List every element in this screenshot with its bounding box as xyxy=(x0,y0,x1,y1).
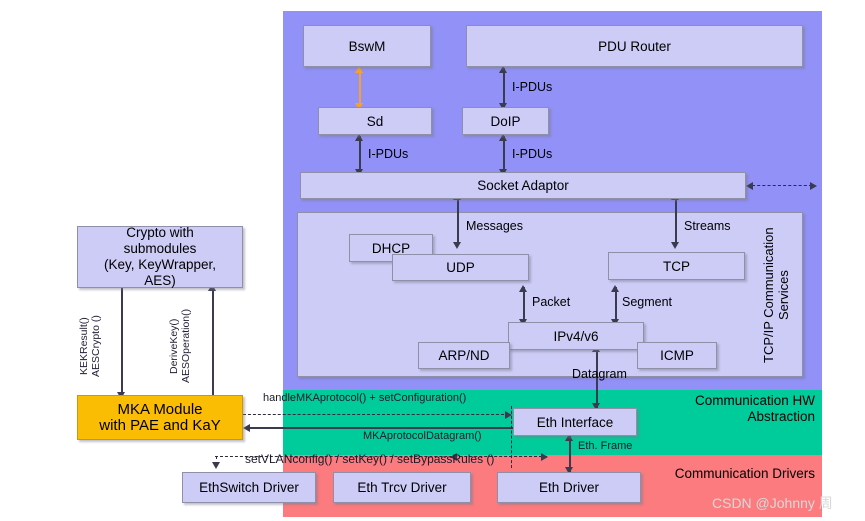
module-label-doip: DoIP xyxy=(490,113,521,129)
module-box-pdu-router[interactable]: PDU Router xyxy=(466,25,803,67)
edge-label-datagram: Datagram xyxy=(572,367,627,381)
connector-crypto-mka-down xyxy=(121,288,123,395)
module-box-udp[interactable]: UDP xyxy=(392,254,529,281)
arrowhead-tcp-ip-up xyxy=(611,285,619,292)
arrowhead-ethif-mka-left xyxy=(243,424,250,432)
module-label-pdu-router: PDU Router xyxy=(598,38,671,54)
edge-label-messages: Messages xyxy=(466,219,523,233)
module-box-ipv4-v6[interactable]: IPv4/v6 xyxy=(508,322,644,350)
module-label-ipv4-v6: IPv4/v6 xyxy=(553,328,599,344)
connector-pdurouter-doip xyxy=(503,68,505,108)
connector-ethif-mka-datagram xyxy=(248,427,513,429)
module-label-bswm: BswM xyxy=(348,38,386,54)
module-box-bswm[interactable]: BswM xyxy=(303,25,431,67)
module-label-tcp: TCP xyxy=(663,258,690,274)
module-box-socket-adaptor[interactable]: Socket Adaptor xyxy=(300,172,746,199)
arrowhead-doip-soad-up xyxy=(499,134,507,141)
arrowhead-soad-udp-down xyxy=(453,242,461,249)
connector-mka-crypto-up xyxy=(212,288,214,395)
connector-socketadaptor-external xyxy=(752,185,812,186)
edge-label-kekresult-aescrypto: KEKResult() AESCrypto () xyxy=(78,315,102,377)
module-box-crypto[interactable]: Crypto with submodules (Key, KeyWrapper,… xyxy=(77,225,243,288)
arrowhead-driverbus-ethswitch-down xyxy=(212,462,220,469)
edge-label-packet: Packet xyxy=(532,295,571,309)
edge-label-mka-protocol-datagram: MKAprotocolDatagram() xyxy=(363,430,482,442)
edge-label-handle-mka-protocol: handleMKAprotocol() + setConfiguration() xyxy=(263,392,467,404)
arrowhead-pdurouter-doip-up xyxy=(499,66,507,73)
arrowhead-soad-tcp-down xyxy=(671,242,679,249)
module-box-tcp[interactable]: TCP xyxy=(608,252,745,280)
arrowhead-soad-external-right xyxy=(810,182,817,190)
module-label-socket-adaptor: Socket Adaptor xyxy=(477,178,569,193)
edge-label-set-vlan-key-bypass: setVLANconfig() / setKey() / setBypassRu… xyxy=(245,452,495,466)
edge-label-ipdus-sd-soad: I-PDUs xyxy=(368,147,409,161)
module-label-udp: UDP xyxy=(446,260,475,275)
connector-soad-udp xyxy=(457,197,459,245)
module-label-arp-nd: ARP/ND xyxy=(438,348,490,363)
module-box-mka[interactable]: MKA Module with PAE and KaY xyxy=(77,395,243,440)
module-box-ethswitch-driver[interactable]: EthSwitch Driver xyxy=(182,472,316,503)
arrowhead-driverbus-ethdriver-right xyxy=(541,453,548,461)
connector-bswm-sd xyxy=(359,68,361,108)
edge-label-ipdus-pdurouter-doip: I-PDUs xyxy=(512,80,553,94)
module-label-eth-interface: Eth Interface xyxy=(536,414,614,430)
band-hw-abstraction-label: Communication HW Abstraction xyxy=(694,393,815,424)
edge-label-ipdus-doip-soad: I-PDUs xyxy=(512,147,553,161)
tcpip-services-label: TCP/IP Communication Services xyxy=(761,227,791,363)
edge-label-segment: Segment xyxy=(622,295,673,309)
connector-soad-tcp xyxy=(675,197,677,245)
edge-label-eth-frame: Eth. Frame xyxy=(578,440,633,452)
module-label-eth-driver: Eth Driver xyxy=(538,480,599,495)
module-label-icmp: ICMP xyxy=(660,348,694,363)
module-box-sd[interactable]: Sd xyxy=(318,107,432,135)
module-label-sd: Sd xyxy=(366,113,384,129)
arrowhead-soad-external-left xyxy=(746,182,753,190)
connector-ethif-driverbus-vertical xyxy=(511,406,512,468)
band-drivers-label: Communication Drivers xyxy=(674,466,815,481)
arrowhead-udp-ip-up xyxy=(519,285,527,292)
diagram-canvas: Communication HW Abstraction Communicati… xyxy=(0,0,865,521)
module-label-mka: MKA Module with PAE and KaY xyxy=(99,400,221,434)
connector-mka-ethif-handlemka xyxy=(243,414,509,415)
arrowhead-bswm-sd-up xyxy=(355,66,363,73)
module-box-icmp[interactable]: ICMP xyxy=(637,342,717,369)
module-box-eth-interface[interactable]: Eth Interface xyxy=(513,408,637,436)
module-label-ethswitch-driver: EthSwitch Driver xyxy=(199,480,299,495)
module-box-eth-trcv-driver[interactable]: Eth Trcv Driver xyxy=(333,472,471,503)
edge-label-streams: Streams xyxy=(684,219,731,233)
edge-label-derivekey-aesoperation: DeriveKey() AESOperation() xyxy=(168,308,192,384)
module-box-arp-nd[interactable]: ARP/ND xyxy=(418,342,510,369)
module-label-eth-trcv-driver: Eth Trcv Driver xyxy=(357,480,447,495)
module-box-eth-driver[interactable]: Eth Driver xyxy=(497,472,641,503)
module-label-crypto: Crypto with submodules (Key, KeyWrapper,… xyxy=(103,225,217,288)
arrowhead-sd-soad-up xyxy=(355,134,363,141)
module-box-doip[interactable]: DoIP xyxy=(462,107,549,135)
